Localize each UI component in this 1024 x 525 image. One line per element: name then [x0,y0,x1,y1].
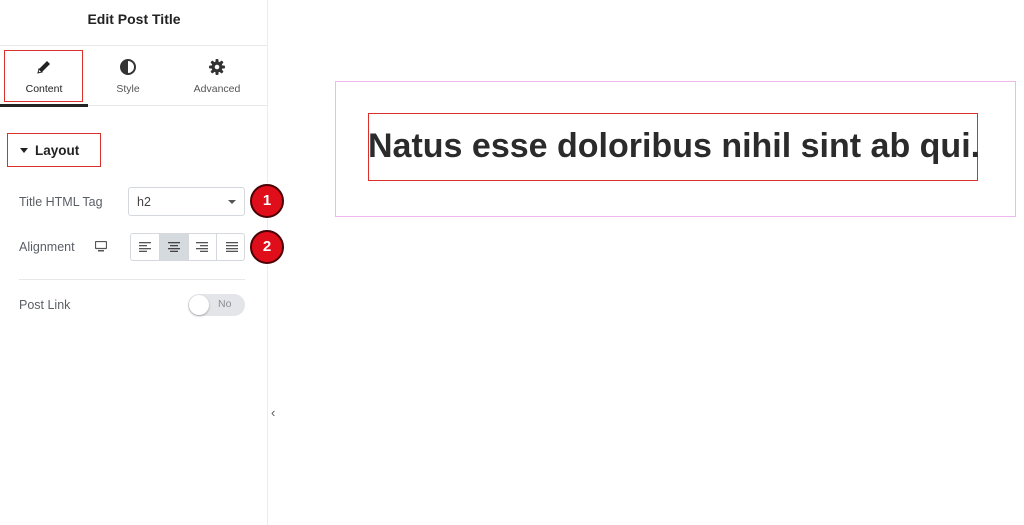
editor-panel: Edit Post Title Content Style Advanced L… [0,0,284,525]
title-tag-label: Title HTML Tag [19,195,103,209]
chevron-down-icon [228,200,236,204]
align-justify-icon [225,242,238,252]
align-center-icon [167,242,180,252]
post-title-heading[interactable]: Natus esse doloribus nihil sint ab qui. [368,113,980,181]
caret-down-icon [20,148,28,153]
active-tab-indicator [0,104,88,107]
tab-content[interactable]: Content [0,46,88,107]
gear-icon [209,59,225,75]
pencil-icon [37,61,50,74]
align-left-button[interactable] [131,234,160,260]
align-left-icon [138,242,151,252]
layout-section-toggle[interactable]: Layout [7,133,101,167]
align-right-icon [196,242,209,252]
tab-advanced-label: Advanced [193,83,241,95]
post-link-label: Post Link [19,298,71,312]
post-link-toggle[interactable]: No [188,294,245,316]
alignment-label: Alignment [19,240,75,254]
post-link-state: No [218,298,232,310]
step-badge-2: 2 [250,230,284,264]
tab-advanced[interactable]: Advanced [176,46,258,106]
alignment-control [130,233,245,261]
tab-style[interactable]: Style [88,46,168,106]
toggle-knob [189,295,209,315]
title-tag-value: h2 [137,195,151,209]
tab-style-label: Style [116,83,140,95]
collapse-panel-button[interactable]: ‹ [268,382,286,440]
align-justify-button[interactable] [217,234,244,260]
panel-title: Edit Post Title [0,0,268,46]
chevron-left-icon: ‹ [271,405,276,420]
panel-tabs: Content Style Advanced [0,46,268,107]
title-tag-select[interactable]: h2 [128,187,245,216]
align-center-button[interactable] [159,234,189,260]
desktop-icon[interactable] [95,241,107,252]
tab-content-label: Content [25,83,63,95]
half-circle-icon [120,59,136,75]
align-right-button[interactable] [189,234,218,260]
step-badge-1: 1 [250,184,284,218]
layout-section-label: Layout [35,143,80,158]
divider [19,279,245,280]
